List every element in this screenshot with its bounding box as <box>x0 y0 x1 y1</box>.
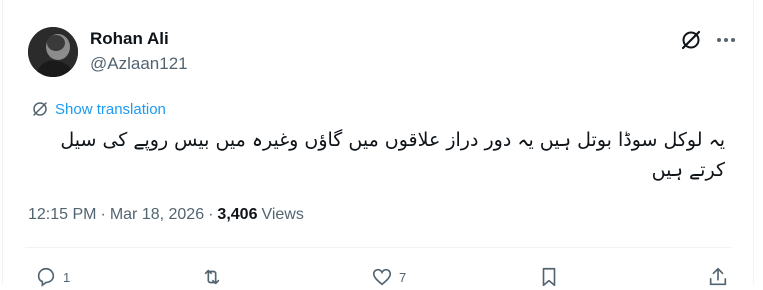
tweet-date[interactable]: Mar 18, 2026 <box>110 206 204 224</box>
like-button[interactable]: 7 <box>371 266 406 288</box>
meta-separator: · <box>100 206 106 223</box>
reply-button[interactable]: 1 <box>35 266 70 288</box>
action-bar: 1 7 <box>3 266 753 290</box>
bookmark-button[interactable] <box>538 266 560 288</box>
divider <box>25 247 731 248</box>
reply-count: 1 <box>63 269 71 285</box>
author-name[interactable]: Rohan Ali <box>90 29 169 49</box>
meta-separator: · <box>208 206 214 223</box>
bookmark-icon <box>542 267 556 287</box>
tweet-text: یہ لوکل سوڈا بوتل ہیں یہ دور دراز علاقوں… <box>60 129 725 181</box>
tweet-time[interactable]: 12:15 PM <box>28 206 96 224</box>
tweet-card: Rohan Ali @Azlaan121 Show translation یہ… <box>2 0 754 287</box>
tweet-meta: 12:15 PM · Mar 18, 2026 · 3,406 Views <box>28 206 304 224</box>
grok-icon[interactable] <box>679 28 703 52</box>
show-translation-label: Show translation <box>55 100 166 118</box>
like-icon <box>372 268 392 286</box>
share-icon <box>709 267 727 286</box>
translate-icon <box>33 102 47 116</box>
repost-icon <box>204 269 220 285</box>
repost-button[interactable] <box>201 266 229 288</box>
share-button[interactable] <box>707 266 729 288</box>
avatar[interactable] <box>28 27 78 77</box>
views-label: Views <box>261 206 304 223</box>
views-count: 3,406 <box>217 206 258 223</box>
author-handle[interactable]: @Azlaan121 <box>90 54 188 74</box>
like-count: 7 <box>399 269 407 285</box>
show-translation-link[interactable]: Show translation <box>31 99 166 119</box>
reply-icon <box>37 267 55 287</box>
more-icon[interactable] <box>713 28 739 52</box>
